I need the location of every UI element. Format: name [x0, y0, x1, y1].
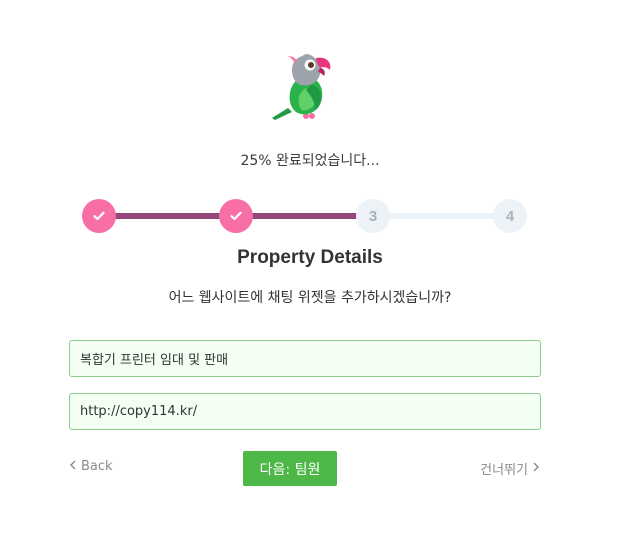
back-label: Back: [81, 459, 113, 474]
website-url-field[interactable]: [69, 393, 541, 430]
track-segment-2: [236, 213, 373, 219]
skip-button[interactable]: 건너뛰기: [480, 459, 540, 478]
back-button[interactable]: Back: [69, 459, 113, 474]
progress-stepper: 3 4: [82, 199, 530, 235]
step-1: [82, 199, 116, 233]
check-icon: [93, 208, 105, 225]
website-name-input[interactable]: [80, 351, 530, 366]
next-button[interactable]: 다음: 팀원: [243, 451, 337, 486]
website-name-field[interactable]: [69, 340, 541, 377]
parrot-logo-icon: [266, 48, 344, 126]
chevron-left-icon: [69, 459, 77, 474]
step-2: [219, 199, 253, 233]
question-text: 어느 웹사이트에 채팅 위젯을 추가하시겠습니까?: [168, 290, 452, 306]
progress-text: 25% 완료되었습니다...: [240, 153, 380, 169]
check-icon: [230, 208, 242, 225]
track-segment-1: [99, 213, 236, 219]
track-segment-3: [373, 213, 510, 219]
step-3: 3: [356, 199, 390, 233]
website-url-input[interactable]: [80, 404, 530, 419]
page-title: Property Details: [237, 247, 383, 268]
chevron-right-icon: [532, 461, 540, 476]
skip-label: 건너뛰기: [480, 463, 528, 478]
step-4: 4: [493, 199, 527, 233]
